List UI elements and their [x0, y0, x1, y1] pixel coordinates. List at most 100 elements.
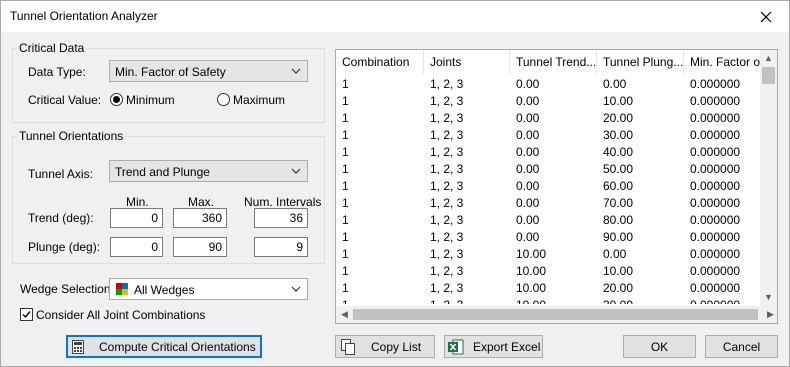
table-cell: 1, 2, 3 [430, 213, 464, 227]
table-cell: 10.00 [516, 247, 547, 261]
trend-max-input[interactable]: 360 [173, 208, 227, 228]
table-row[interactable]: 1 1, 2, 3 0.00 40.00 0.000000 [336, 144, 761, 161]
table-cell: 70.00 [603, 196, 634, 210]
data-type-value: Min. Factor of Safety [115, 65, 226, 79]
export-excel-button[interactable]: Export Excel [444, 335, 543, 358]
trend-intervals-input[interactable]: 36 [254, 208, 308, 228]
plunge-max-input[interactable]: 90 [173, 237, 227, 257]
table-cell: 0.000000 [684, 297, 761, 304]
table-cell: 1, 2, 3 [430, 230, 464, 244]
tunnel-axis-label: Tunnel Axis: [28, 167, 93, 181]
tunnel-axis-value: Trend and Plunge [115, 165, 210, 179]
chevron-down-icon [291, 286, 301, 292]
table-cell: 0.00 [516, 196, 540, 210]
table-row[interactable]: 1 1, 2, 3 0.00 60.00 0.000000 [336, 178, 761, 195]
table-cell: 30.00 [597, 297, 684, 304]
table-cell: 1, 2, 3 [430, 179, 464, 193]
plunge-intervals-input[interactable]: 9 [254, 237, 308, 257]
maximum-radio-label[interactable]: Maximum [233, 93, 285, 107]
table-row[interactable]: 1 1, 2, 3 0.00 10.00 0.000000 [336, 93, 761, 110]
table-cell: 1 [342, 213, 349, 227]
cancel-button[interactable]: Cancel [705, 335, 778, 358]
table-cell: 0.00 [603, 77, 627, 91]
table-row[interactable]: 1 1, 2, 3 0.00 0.00 0.000000 [336, 76, 761, 93]
table-cell: 40.00 [603, 145, 634, 159]
minimum-radio-label[interactable]: Minimum [126, 93, 175, 107]
excel-icon [448, 339, 464, 355]
table-cell: 1, 2, 3 [430, 77, 464, 91]
close-icon [760, 11, 772, 23]
table-cell: 1 [342, 94, 349, 108]
plunge-min-input[interactable]: 0 [110, 237, 163, 257]
table-row[interactable]: 1 1, 2, 3 0.00 80.00 0.000000 [336, 212, 761, 229]
horizontal-scroll-thumb[interactable] [353, 309, 758, 320]
wedge-selection-dropdown[interactable]: All Wedges [109, 278, 308, 300]
column-header-tunnel-trend[interactable]: Tunnel Trend... [510, 50, 597, 74]
table-header: Combination Joints Tunnel Trend... Tunne… [336, 50, 761, 74]
results-table[interactable]: Combination Joints Tunnel Trend... Tunne… [335, 49, 778, 324]
table-cell: 1 [342, 247, 349, 261]
column-header-combination[interactable]: Combination [336, 50, 424, 74]
wedge-selection-value: All Wedges [134, 283, 195, 297]
table-cell: 0.000000 [690, 247, 741, 261]
table-row[interactable]: 1 1, 2, 3 10.00 0.00 0.000000 [336, 246, 761, 263]
table-cell: 0.000000 [690, 128, 741, 142]
column-header-tunnel-plunge[interactable]: Tunnel Plung... [597, 50, 684, 74]
table-row[interactable]: 11, 2, 310.0030.000.000000 [336, 297, 761, 304]
table-cell: 1 [336, 297, 424, 304]
cancel-label: Cancel [722, 340, 761, 354]
table-cell: 0.000000 [690, 213, 741, 227]
trend-min-input[interactable]: 0 [110, 208, 163, 228]
column-header-min-factor[interactable]: Min. Factor o... [684, 50, 761, 74]
table-cell: 50.00 [603, 162, 634, 176]
table-row[interactable]: 1 1, 2, 3 0.00 20.00 0.000000 [336, 110, 761, 127]
tunnel-orientation-dialog: Tunnel Orientation Analyzer Critical Dat… [0, 0, 790, 367]
table-cell: 0.000000 [690, 94, 741, 108]
scroll-right-arrow-icon[interactable]: ▶ [762, 306, 777, 323]
checkmark-icon [22, 311, 31, 319]
table-row[interactable]: 1 1, 2, 3 0.00 70.00 0.000000 [336, 195, 761, 212]
table-cell: 1 [342, 281, 349, 295]
table-row[interactable]: 1 1, 2, 3 10.00 20.00 0.000000 [336, 280, 761, 297]
table-row[interactable]: 1 1, 2, 3 0.00 30.00 0.000000 [336, 127, 761, 144]
column-header-joints[interactable]: Joints [424, 50, 510, 74]
table-cell: 1 [342, 196, 349, 210]
wedge-selection-label: Wedge Selection: [20, 282, 114, 296]
table-cell: 1, 2, 3 [424, 297, 510, 304]
title-bar: Tunnel Orientation Analyzer [1, 1, 789, 32]
table-cell: 20.00 [603, 281, 634, 295]
ok-button[interactable]: OK [623, 335, 696, 358]
consider-combinations-label[interactable]: Consider All Joint Combinations [36, 308, 205, 322]
table-cell: 1 [342, 128, 349, 142]
copy-icon [341, 339, 355, 355]
consider-combinations-checkbox[interactable] [20, 308, 33, 321]
table-row[interactable]: 1 1, 2, 3 10.00 10.00 0.000000 [336, 263, 761, 280]
scroll-up-arrow-icon[interactable]: ▲ [760, 50, 777, 67]
vertical-scrollbar[interactable]: ▲ ▼ [760, 50, 777, 306]
table-cell: 1, 2, 3 [430, 111, 464, 125]
table-cell: 1, 2, 3 [430, 247, 464, 261]
table-cell: 10.00 [516, 281, 547, 295]
close-button[interactable] [743, 1, 789, 32]
compute-critical-orientations-button[interactable]: Compute Critical Orientations [66, 335, 262, 358]
table-cell: 60.00 [603, 179, 634, 193]
tunnel-axis-dropdown[interactable]: Trend and Plunge [109, 160, 308, 182]
table-cell: 10.00 [510, 297, 597, 304]
horizontal-scrollbar[interactable]: ◀ ▶ [336, 306, 777, 323]
vertical-scroll-thumb[interactable] [762, 67, 775, 84]
scroll-left-arrow-icon[interactable]: ◀ [336, 306, 353, 323]
data-type-dropdown[interactable]: Min. Factor of Safety [109, 60, 308, 82]
minimum-radio[interactable] [110, 93, 123, 106]
table-cell: 0.00 [516, 111, 540, 125]
table-cell: 90.00 [603, 230, 634, 244]
maximum-radio[interactable] [217, 93, 230, 106]
copy-list-label: Copy List [371, 340, 422, 354]
table-cell: 0.00 [516, 162, 540, 176]
table-cell: 1 [342, 145, 349, 159]
table-row[interactable]: 1 1, 2, 3 0.00 50.00 0.000000 [336, 161, 761, 178]
trend-label: Trend (deg): [28, 211, 94, 225]
table-cell: 0.00 [516, 77, 540, 91]
copy-list-button[interactable]: Copy List [335, 335, 435, 358]
scroll-down-arrow-icon[interactable]: ▼ [760, 289, 777, 306]
table-row[interactable]: 1 1, 2, 3 0.00 90.00 0.000000 [336, 229, 761, 246]
